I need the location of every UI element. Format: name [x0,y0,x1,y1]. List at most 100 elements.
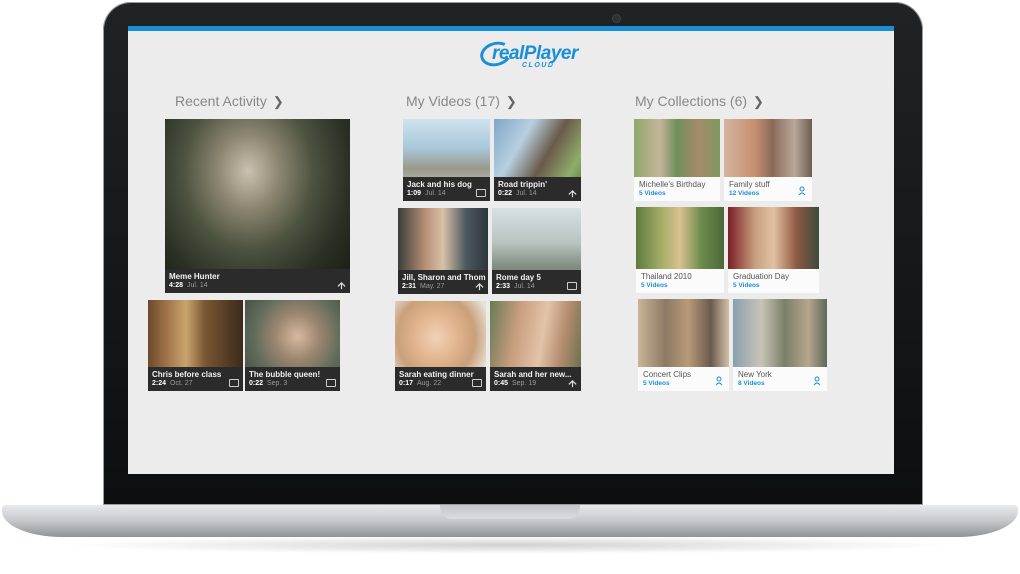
video-caption: Meme Hunter 4:28 Jul. 14 [165,269,350,293]
share-icon[interactable] [475,282,484,291]
collection-tile-family-stuff[interactable]: Family stuff 12 Videos [724,119,812,201]
logo-subtext: CLOUD [522,62,555,69]
film-icon [476,189,486,197]
collection-thumbnail-grid [728,207,819,269]
collection-caption: New York 8 Videos [733,367,827,391]
video-thumbnail [165,119,350,293]
collection-title: Thailand 2010 [641,272,692,281]
collection-thumbnail-grid [724,119,812,177]
collection-count: 5 Videos [641,282,668,289]
video-date: Jul. 14 [425,190,446,197]
video-tile-bubble-queen[interactable]: The bubble queen! 0:22 Sep. 3 [245,300,340,391]
collection-count: 5 Videos [733,282,760,289]
video-caption: Jack and his dog 1:09 Jul. 14 [403,177,490,201]
my-collections-header[interactable]: My Collections (6) ❯ [635,93,764,110]
video-title: Sarah and her new... [494,370,572,379]
collection-count: 8 Videos [738,380,765,387]
realplayer-cloud-logo[interactable]: realPlayer CLOUD [477,38,580,70]
collection-title: Family stuff [729,180,770,189]
video-caption: The bubble queen! 0:22 Sep. 3 [245,367,340,391]
laptop-shadow [60,536,960,554]
film-icon [326,379,336,387]
video-caption: Rome day 5 2:33 Jul. 14 [492,270,581,294]
collection-caption: Michelle's Birthday 5 Videos [634,177,720,201]
collection-count: 5 Videos [643,380,670,387]
film-icon [472,379,482,387]
recent-activity-header[interactable]: Recent Activity ❯ [175,93,284,110]
collection-thumbnail-grid [636,207,724,269]
video-duration: 0:22 [249,380,264,387]
collection-title: Michelle's Birthday [639,180,706,189]
video-title: Sarah eating dinner [399,370,474,379]
video-caption: Jill, Sharon and Thom 2:31 May. 27 [398,270,488,294]
people-icon [715,376,723,386]
people-icon [813,376,821,386]
chevron-right-icon: ❯ [753,94,764,109]
film-icon [229,379,239,387]
video-date: Sep. 19 [512,380,537,387]
collection-count: 5 Videos [639,190,666,197]
collection-title: New York [738,370,772,379]
share-icon[interactable] [568,379,577,388]
video-duration: 2:33 [496,283,511,290]
video-title: Jack and his dog [407,180,472,189]
collection-title: Graduation Day [733,272,790,281]
share-icon[interactable] [568,189,577,198]
video-date: Aug. 22 [417,380,442,387]
video-duration: 4:28 [169,282,184,289]
collection-tile-new-york[interactable]: New York 8 Videos [733,299,827,391]
my-videos-label: My Videos (17) [406,93,500,109]
recent-activity-label: Recent Activity [175,93,267,109]
top-accent-bar [128,26,894,31]
video-caption: Chris before class 2:24 Oct. 27 [148,367,243,391]
video-duration: 0:17 [399,380,414,387]
video-tile-jack-and-dog[interactable]: Jack and his dog 1:09 Jul. 14 [403,119,490,201]
people-icon [798,186,806,196]
collection-title: Concert Clips [643,370,692,379]
video-tile-jill-sharon-thom[interactable]: Jill, Sharon and Thom 2:31 May. 27 [398,208,488,294]
webcam [613,15,620,22]
collection-tile-concert-clips[interactable]: Concert Clips 5 Videos [638,299,729,391]
video-title: The bubble queen! [249,370,321,379]
collection-count: 12 Videos [729,190,760,197]
video-title: Road trippin' [498,180,548,189]
video-tile-road-trippin[interactable]: Road trippin' 0:22 Jul. 14 [494,119,581,201]
collection-thumbnail-grid [733,299,827,367]
chevron-right-icon: ❯ [272,94,284,109]
film-icon [567,282,577,290]
chevron-right-icon: ❯ [505,94,517,109]
video-date: May. 27 [420,283,445,290]
video-date: Jul. 14 [516,190,537,197]
share-icon[interactable] [337,281,346,290]
collection-thumbnail-grid [638,299,729,367]
video-caption: Sarah eating dinner 0:17 Aug. 22 [395,367,486,391]
video-duration: 0:22 [498,190,513,197]
video-title: Rome day 5 [496,273,541,282]
video-caption: Sarah and her new... 0:45 Sep. 19 [490,367,581,391]
video-date: Sep. 3 [267,380,288,387]
my-videos-header[interactable]: My Videos (17) ❯ [406,93,517,110]
video-title: Jill, Sharon and Thom [402,273,486,282]
video-tile-sarah-eating-dinner[interactable]: Sarah eating dinner 0:17 Aug. 22 [395,301,486,391]
collection-tile-graduation-day[interactable]: Graduation Day 5 Videos [728,207,819,293]
collection-tile-michelles-birthday[interactable]: Michelle's Birthday 5 Videos [634,119,720,201]
video-tile-meme-hunter[interactable]: Meme Hunter 4:28 Jul. 14 [165,119,350,293]
video-date: Jul. 14 [187,282,208,289]
video-tile-chris[interactable]: Chris before class 2:24 Oct. 27 [148,300,243,391]
video-title: Chris before class [152,370,222,379]
collection-caption: Thailand 2010 5 Videos [636,269,724,293]
app-screen: realPlayer CLOUD Recent Activity ❯ My Vid… [128,26,894,474]
video-duration: 2:31 [402,283,417,290]
video-duration: 0:45 [494,380,509,387]
video-date: Oct. 27 [170,380,193,387]
video-date: Jul. 14 [514,283,535,290]
video-tile-rome-day-5[interactable]: Rome day 5 2:33 Jul. 14 [492,208,581,294]
video-duration: 2:24 [152,380,167,387]
collection-caption: Family stuff 12 Videos [724,177,812,201]
video-tile-sarah-and-her-new[interactable]: Sarah and her new... 0:45 Sep. 19 [490,301,581,391]
collection-thumbnail-grid [634,119,720,177]
laptop-notch [440,505,580,519]
collection-tile-thailand-2010[interactable]: Thailand 2010 5 Videos [636,207,724,293]
video-duration: 1:09 [407,190,422,197]
video-title: Meme Hunter [169,272,220,281]
